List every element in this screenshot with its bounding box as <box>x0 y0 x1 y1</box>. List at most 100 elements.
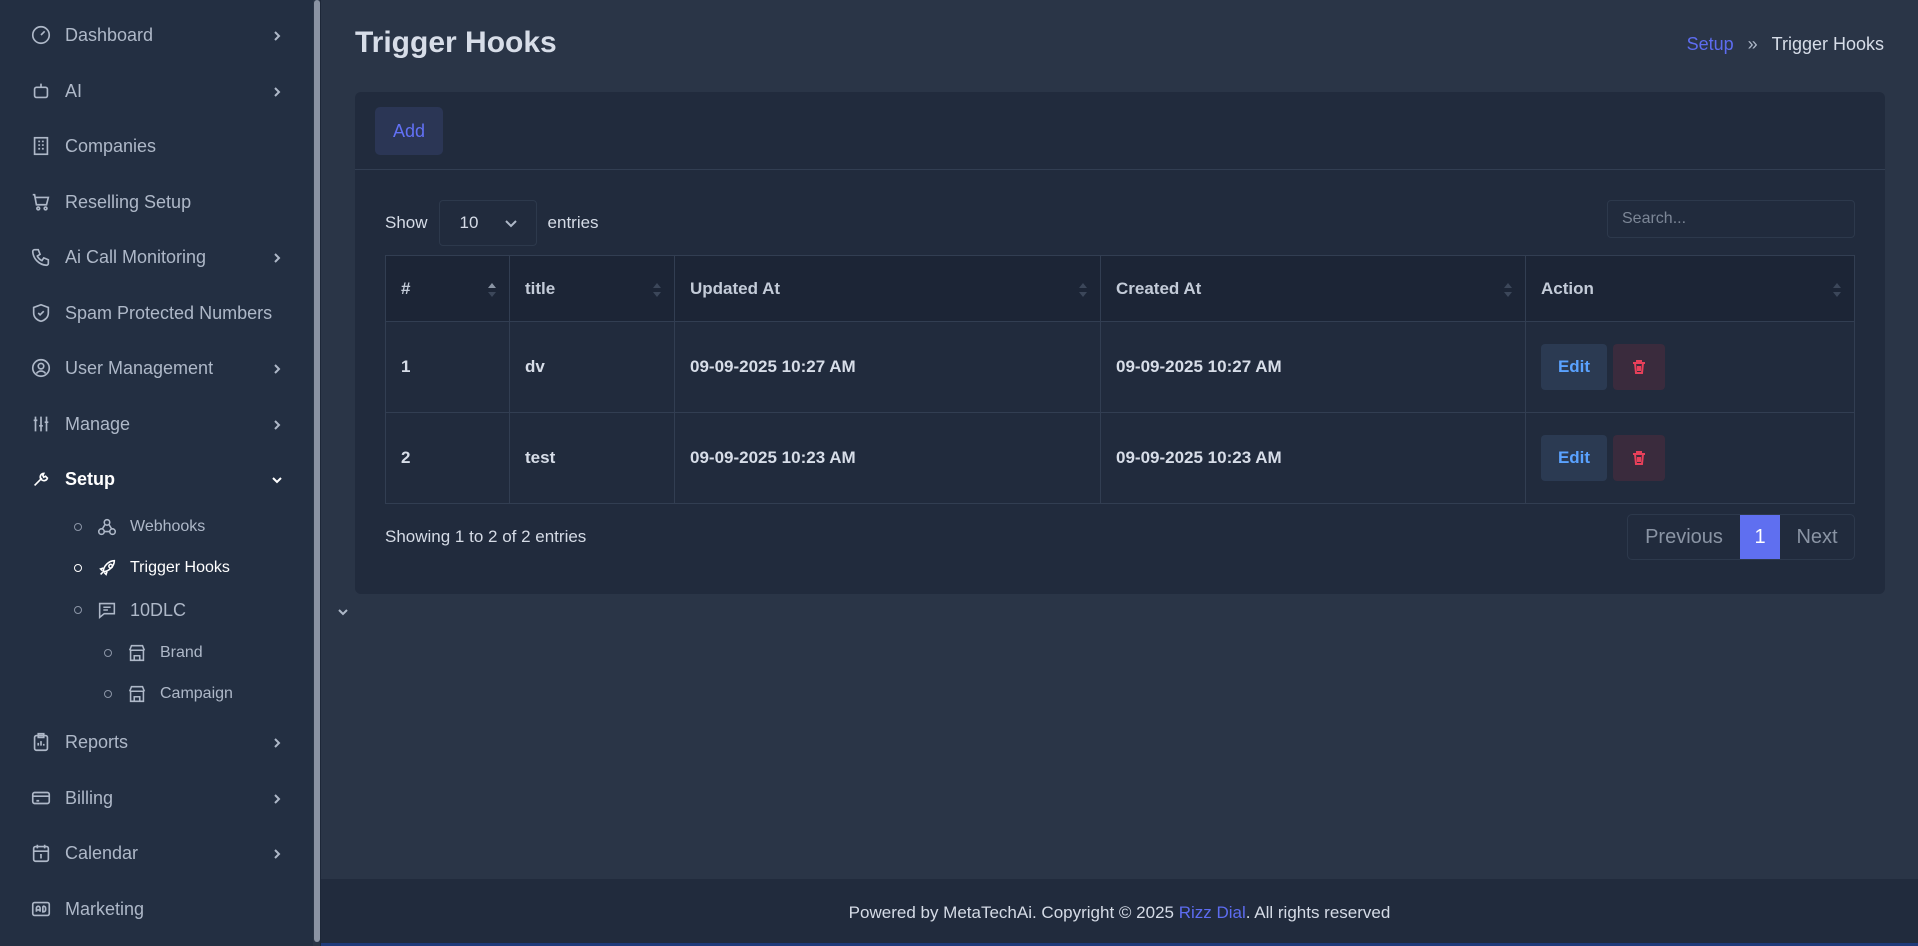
sort-icon <box>652 282 662 298</box>
gauge-icon <box>30 24 52 46</box>
bullet-icon <box>104 649 112 657</box>
sidebar-item-companies[interactable]: Companies <box>0 126 300 166</box>
building-icon <box>30 135 52 157</box>
card-header: Add <box>355 92 1885 170</box>
footer-suffix: . All rights reserved <box>1245 902 1391 922</box>
show-label: Show <box>385 213 428 232</box>
footer-brand-link[interactable]: Rizz Dial <box>1179 903 1246 923</box>
sidebar-item-spam-protected-numbers[interactable]: Spam Protected Numbers <box>0 293 300 333</box>
sidebar-sub-item-label: Webhooks <box>130 518 206 535</box>
column-header-label: Created At <box>1116 278 1202 298</box>
double-chevron-icon: » <box>1747 34 1758 54</box>
sidebar-item-label: Dashboard <box>65 24 154 45</box>
sidebar-item-label: AI <box>65 80 83 101</box>
sidebar-item-dashboard[interactable]: Dashboard <box>0 15 300 55</box>
sort-icon <box>1078 282 1088 298</box>
chevron-down-icon <box>270 471 284 485</box>
store-icon <box>126 683 148 705</box>
add-button[interactable]: Add <box>375 107 443 155</box>
chevron-right-icon <box>270 734 284 748</box>
chevron-right-icon <box>270 249 284 263</box>
sidebar: Dashboard AI Companies Reselling Setup A… <box>0 0 348 946</box>
trash-icon <box>1633 451 1645 465</box>
sidebar-sub-item-webhooks[interactable]: Webhooks <box>74 510 334 544</box>
column-header-label: Updated At <box>690 278 781 298</box>
sidebar-item-label: User Management <box>65 357 214 378</box>
chevron-down-icon <box>336 603 350 617</box>
column-header-label: # <box>401 278 411 298</box>
sidebar-item-user-management[interactable]: User Management <box>0 348 300 388</box>
page-length-control: Show 10 entries <box>385 200 599 246</box>
column-header-label: title <box>525 278 556 298</box>
chevron-right-icon <box>270 845 284 859</box>
sidebar-item-label: Reports <box>65 731 129 752</box>
breadcrumb: Setup » Trigger Hooks <box>1687 34 1884 55</box>
sidebar-sub-item-10dlc[interactable]: 10DLC <box>74 593 348 627</box>
sidebar-item-calendar[interactable]: Calendar <box>0 833 300 873</box>
sidebar-item-billing[interactable]: Billing <box>0 778 300 818</box>
sliders-icon <box>30 413 52 435</box>
cell-title: test <box>509 412 675 504</box>
store-icon <box>126 642 148 664</box>
sidebar-sub-item-campaign[interactable]: Campaign <box>104 677 364 711</box>
bullet-icon <box>74 523 82 531</box>
page-title: Trigger Hooks <box>355 26 557 59</box>
breadcrumb-link-setup[interactable]: Setup <box>1687 34 1734 55</box>
sidebar-item-marketing[interactable]: Marketing <box>0 889 300 929</box>
next-page-button[interactable]: Next <box>1780 515 1854 559</box>
cart-icon <box>30 191 52 213</box>
edit-button[interactable]: Edit <box>1541 435 1607 481</box>
edit-button[interactable]: Edit <box>1541 344 1607 390</box>
sidebar-item-setup[interactable]: Setup <box>0 459 300 499</box>
sidebar-item-reselling-setup[interactable]: Reselling Setup <box>0 182 300 222</box>
page-1-button[interactable]: 1 <box>1740 515 1780 559</box>
tools-icon <box>30 468 52 490</box>
column-header-updated-at[interactable]: Updated At <box>674 255 1101 322</box>
pagination: Previous 1 Next <box>1627 514 1855 560</box>
divider <box>320 0 321 946</box>
sidebar-sub-item-trigger-hooks[interactable]: Trigger Hooks <box>74 551 334 585</box>
column-header-title[interactable]: title <box>509 255 675 322</box>
sort-icon <box>1832 282 1842 298</box>
sidebar-sub-item-label: Trigger Hooks <box>130 559 230 576</box>
message-icon <box>96 599 118 621</box>
sidebar-item-label: Calendar <box>65 842 139 863</box>
sidebar-sub-item-brand[interactable]: Brand <box>104 636 364 670</box>
chevron-right-icon <box>270 416 284 430</box>
page-length-select[interactable]: 10 <box>438 200 537 246</box>
cell-updated-at: 09-09-2025 10:27 AM <box>674 321 1101 413</box>
clipboard-icon <box>30 731 52 753</box>
table-row: 2 test 09-09-2025 10:23 AM 09-09-2025 10… <box>385 412 1855 504</box>
bullet-icon <box>74 564 82 572</box>
sidebar-item-reports[interactable]: Reports <box>0 722 300 762</box>
table-info: Showing 1 to 2 of 2 entries <box>385 527 587 546</box>
column-header-number[interactable]: # <box>385 255 510 322</box>
cell-action: Edit <box>1525 321 1855 413</box>
table-row: 1 dv 09-09-2025 10:27 AM 09-09-2025 10:2… <box>385 321 1855 413</box>
column-header-created-at[interactable]: Created At <box>1100 255 1526 322</box>
column-header-action[interactable]: Action <box>1525 255 1855 322</box>
sidebar-item-label: Manage <box>65 413 131 434</box>
column-header-label: Action <box>1541 278 1594 298</box>
robot-icon <box>30 80 52 102</box>
search-input[interactable] <box>1607 200 1855 238</box>
previous-page-button[interactable]: Previous <box>1628 515 1740 559</box>
sidebar-item-manage[interactable]: Manage <box>0 404 300 444</box>
delete-button[interactable] <box>1613 435 1665 481</box>
sidebar-sub-item-label: Brand <box>160 644 203 661</box>
ad-icon <box>30 898 52 920</box>
footer-text: Powered by MetaTechAi. Copyright © 2025 <box>848 902 1179 922</box>
page-length-value: 10 <box>459 213 479 232</box>
sidebar-item-label: Marketing <box>65 898 145 919</box>
bullet-icon <box>74 606 82 614</box>
card-icon <box>30 787 52 809</box>
cell-number: 2 <box>385 412 510 504</box>
delete-button[interactable] <box>1613 344 1665 390</box>
sidebar-item-label: Setup <box>65 468 116 489</box>
cell-action: Edit <box>1525 412 1855 504</box>
user-circle-icon <box>30 357 52 379</box>
chevron-right-icon <box>270 83 284 97</box>
sidebar-item-ai-call-monitoring[interactable]: Ai Call Monitoring <box>0 237 300 277</box>
trigger-hooks-card: Add Show 10 entries # title Updated At <box>355 92 1885 594</box>
sidebar-item-ai[interactable]: AI <box>0 71 300 111</box>
